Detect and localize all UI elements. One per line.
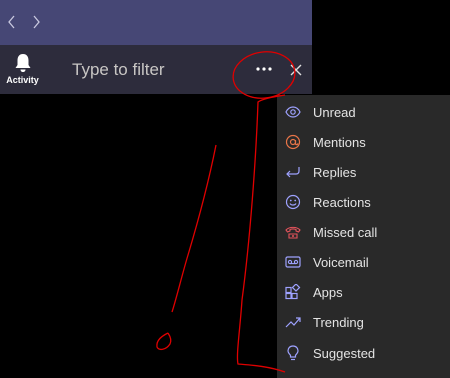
chevron-left-icon — [8, 15, 15, 29]
menu-item-label: Unread — [313, 104, 356, 120]
menu-item-voicemail[interactable]: Voicemail — [277, 247, 450, 277]
menu-item-reactions[interactable]: Reactions — [277, 187, 450, 217]
close-icon — [290, 64, 302, 76]
apps-icon — [285, 284, 301, 300]
menu-item-unread[interactable]: Unread — [277, 97, 450, 127]
menu-item-label: Voicemail — [313, 254, 369, 270]
menu-item-mentions[interactable]: Mentions — [277, 127, 450, 157]
menu-item-label: Suggested — [313, 345, 376, 361]
menu-item-label: Missed call — [313, 224, 378, 240]
annotation-stroke — [171, 144, 217, 313]
menu-item-label: Trending — [313, 314, 364, 330]
chevron-right-icon — [33, 15, 40, 29]
trending-icon — [285, 314, 301, 330]
menu-item-label: Apps — [313, 284, 343, 300]
more-horizontal-icon — [256, 67, 272, 71]
menu-item-suggested[interactable]: Suggested — [277, 338, 450, 368]
forward-button[interactable] — [26, 10, 46, 34]
menu-item-apps[interactable]: Apps — [277, 277, 450, 307]
lightbulb-icon — [285, 345, 301, 361]
menu-item-label: Mentions — [313, 134, 366, 150]
menu-item-label: Replies — [313, 164, 357, 180]
bell-icon — [15, 54, 30, 72]
eye-icon — [285, 104, 301, 120]
filter-bar — [45, 45, 312, 94]
menu-item-trending[interactable]: Trending — [277, 307, 450, 337]
back-button[interactable] — [2, 10, 22, 34]
reply-icon — [285, 164, 301, 180]
filter-input[interactable] — [72, 59, 232, 81]
annotation-stroke — [156, 332, 172, 351]
smile-icon — [285, 194, 301, 210]
phone-icon — [285, 224, 301, 240]
menu-item-missed-call[interactable]: Missed call — [277, 217, 450, 247]
menu-item-replies[interactable]: Replies — [277, 157, 450, 187]
activity-label: Activity — [6, 75, 39, 85]
more-options-button[interactable] — [251, 59, 277, 79]
close-filter-button[interactable] — [288, 62, 304, 78]
at-icon — [285, 134, 301, 150]
activity-rail-button[interactable]: Activity — [0, 45, 45, 94]
menu-item-label: Reactions — [313, 194, 371, 210]
top-bar — [0, 0, 312, 45]
filter-menu: Unread Mentions Replies Reactions Missed… — [277, 95, 450, 378]
voicemail-icon — [285, 254, 301, 270]
